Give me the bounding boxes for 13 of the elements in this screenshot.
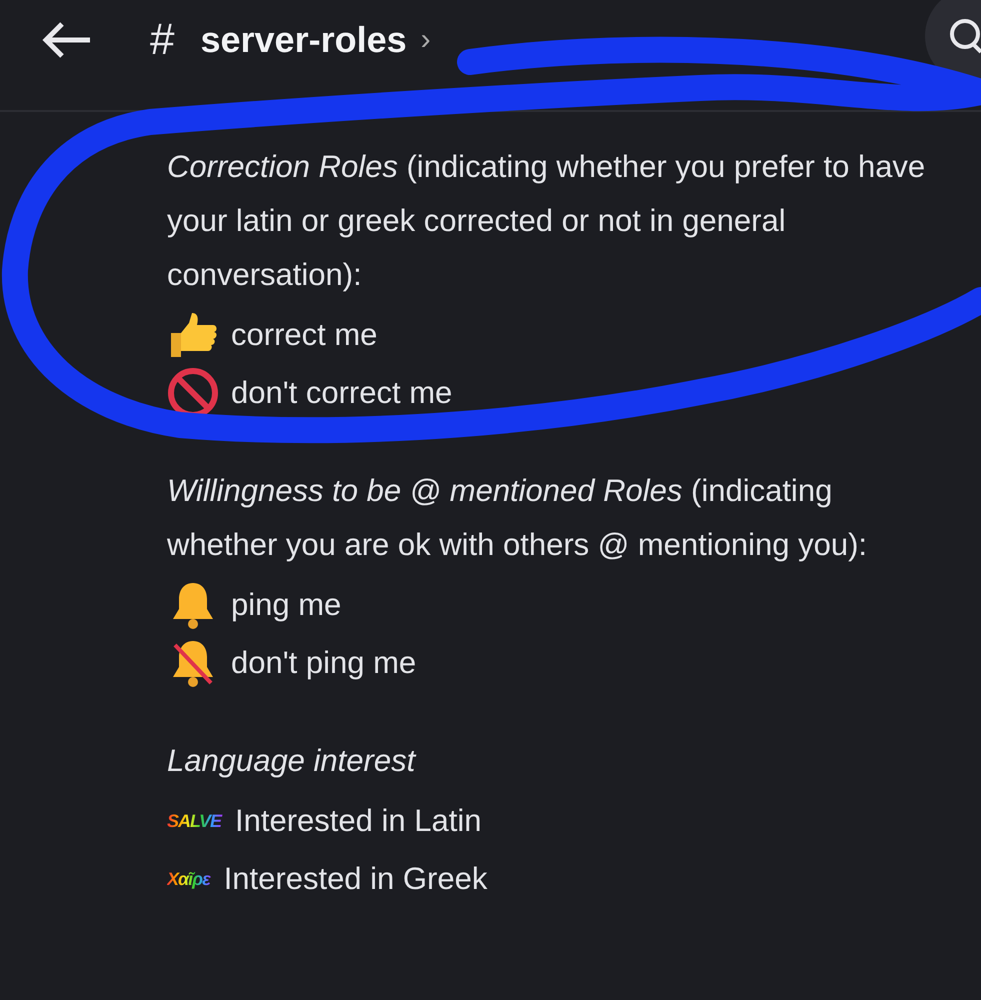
channel-hash: #	[150, 15, 174, 65]
role-description: Language interest	[167, 742, 418, 780]
back-arrow-icon[interactable]	[40, 20, 92, 60]
role-option: don't correct me	[231, 375, 452, 411]
role-option: Interested in Greek	[224, 861, 488, 897]
channel-title[interactable]: server-roles	[200, 19, 407, 61]
role-option: Interested in Latin	[235, 803, 482, 839]
role-description: Correction Roles (indicating whether you prefer to have your latin or greek corrected or not in general conversation):	[167, 148, 926, 294]
role-option: correct me	[231, 317, 378, 353]
chevron: ›	[420, 23, 431, 57]
role-description: Willingness to be @ mentioned Roles (indicating whether you are ok with others @ mentioning you):	[167, 472, 868, 564]
role-option: ping me	[231, 587, 342, 623]
role-option: don't ping me	[231, 645, 416, 681]
